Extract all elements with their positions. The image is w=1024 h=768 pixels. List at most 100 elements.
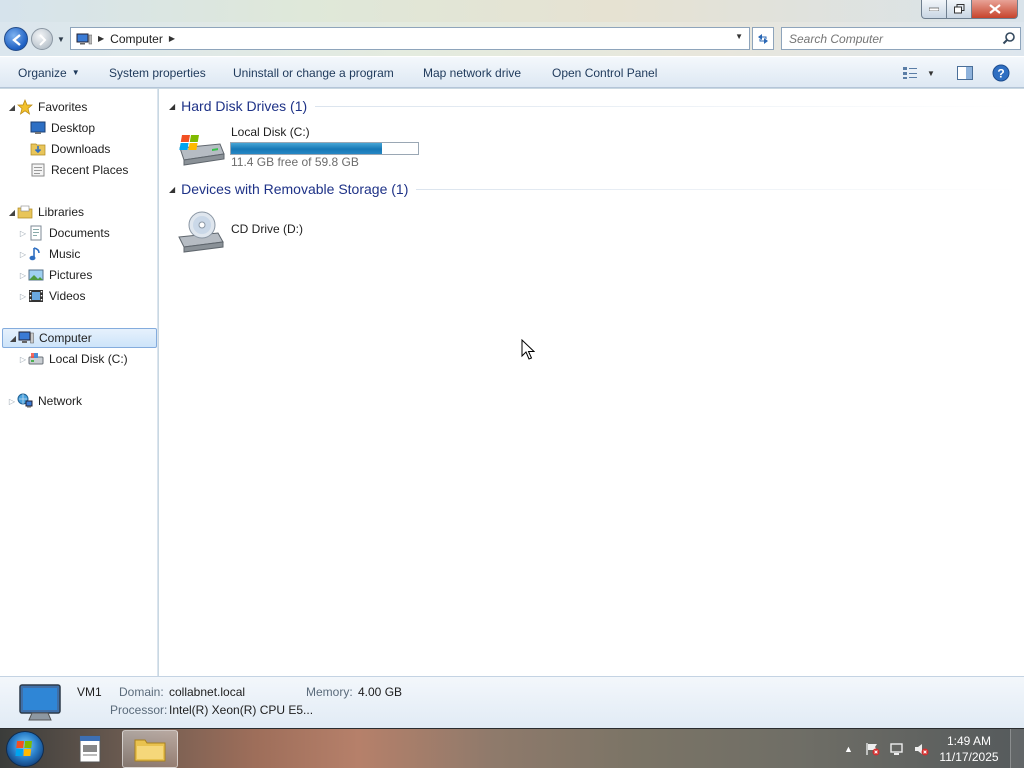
view-dropdown-chevron-icon[interactable]: ▼ — [924, 62, 938, 84]
collapsed-arrow-icon[interactable]: ▷ — [18, 250, 28, 259]
action-center-flag-icon[interactable] — [865, 742, 881, 756]
nav-computer-label: Computer — [39, 331, 92, 345]
network-status-icon[interactable] — [889, 742, 905, 756]
cd-drive-icon — [178, 211, 224, 253]
collapse-arrow-icon[interactable]: ◢ — [169, 185, 175, 194]
hard-drive-icon — [179, 135, 225, 166]
preview-pane-button[interactable] — [954, 62, 976, 84]
breadcrumb-computer[interactable]: Computer — [110, 32, 163, 46]
local-disk-item[interactable]: Local Disk (C:) 11.4 GB free of 59.8 GB — [176, 124, 436, 172]
details-pane: VM1 Domain: collabnet.local Memory: 4.00… — [0, 676, 1024, 728]
nav-favorites[interactable]: ◢ Favorites — [7, 97, 87, 117]
organize-button[interactable]: Organize ▼ — [18, 57, 80, 88]
search-icon[interactable] — [1002, 31, 1016, 45]
search-box — [781, 27, 1021, 50]
cd-drive-item[interactable]: CD Drive (D:) — [176, 207, 376, 257]
breadcrumb-separator[interactable]: ▶ — [169, 34, 175, 43]
nav-recent-places-label: Recent Places — [51, 163, 129, 177]
collapsed-arrow-icon[interactable]: ▷ — [18, 355, 28, 364]
computer-icon — [18, 331, 34, 344]
view-options-icon — [903, 67, 917, 79]
preview-pane-icon — [957, 66, 973, 80]
nav-recent-places[interactable]: Recent Places — [30, 160, 128, 180]
memory-label: Memory: — [306, 685, 353, 699]
volume-muted-icon[interactable] — [913, 742, 929, 756]
domain-value: collabnet.local — [169, 685, 246, 699]
open-control-panel-button[interactable]: Open Control Panel — [552, 57, 657, 88]
mouse-cursor-icon — [521, 339, 535, 360]
nav-libraries-label: Libraries — [38, 205, 85, 219]
map-network-drive-button[interactable]: Map network drive — [423, 57, 521, 88]
nav-computer[interactable]: ◢ Computer — [2, 328, 157, 348]
caption-buttons — [921, 0, 1018, 19]
hard-disk-drives-group-header[interactable]: ◢ Hard Disk Drives (1) — [169, 96, 1019, 116]
processor-label: Processor: — [110, 703, 168, 717]
disk-usage-bar — [230, 142, 419, 155]
address-field[interactable]: ▶ Computer ▶ ▼ — [70, 27, 750, 50]
chevron-down-icon: ▼ — [71, 68, 80, 77]
help-button[interactable]: ? — [990, 62, 1012, 84]
nav-documents-label: Documents — [49, 226, 110, 240]
address-history-dropdown[interactable]: ▼ — [735, 32, 743, 41]
pictures-icon — [28, 269, 44, 281]
recent-pages-dropdown[interactable]: ▼ — [57, 35, 65, 44]
close-icon — [988, 4, 1001, 14]
content-pane: ◢ Hard Disk Drives (1) Local Disk (C:) 1… — [159, 89, 1024, 676]
maximize-button[interactable] — [947, 0, 972, 19]
nav-favorites-label: Favorites — [38, 100, 88, 114]
computer-name: VM1 — [77, 685, 102, 699]
start-button[interactable] — [6, 731, 44, 767]
nav-downloads[interactable]: Downloads — [30, 139, 110, 159]
window-titlebar — [0, 0, 1024, 22]
documents-icon — [30, 225, 42, 241]
uninstall-program-button[interactable]: Uninstall or change a program — [233, 57, 394, 88]
nav-local-disk[interactable]: ▷ Local Disk (C:) — [18, 349, 128, 369]
taskbar-clock[interactable]: 1:49 AM 11/17/2025 — [934, 733, 1004, 765]
organize-label: Organize — [18, 65, 67, 80]
group-divider — [416, 188, 1019, 190]
nav-libraries[interactable]: ◢ Libraries — [7, 202, 84, 222]
forward-arrow-icon — [39, 34, 47, 46]
star-icon — [17, 99, 33, 115]
system-tray: ▲ — [844, 729, 929, 768]
collapsed-arrow-icon[interactable]: ▷ — [18, 292, 28, 301]
computer-icon — [76, 33, 92, 44]
nav-desktop[interactable]: Desktop — [30, 118, 95, 138]
system-properties-button[interactable]: System properties — [109, 57, 206, 88]
local-disk-free-space: 11.4 GB free of 59.8 GB — [231, 155, 359, 169]
downloads-folder-icon — [30, 143, 46, 156]
nav-network-label: Network — [38, 394, 83, 408]
show-desktop-button[interactable] — [1010, 729, 1024, 768]
nav-pictures[interactable]: ▷ Pictures — [18, 265, 92, 285]
nav-local-disk-label: Local Disk (C:) — [49, 352, 128, 366]
minimize-button[interactable] — [921, 0, 947, 19]
collapsed-arrow-icon[interactable]: ▷ — [7, 397, 17, 406]
collapsed-arrow-icon[interactable]: ▷ — [18, 229, 28, 238]
collapse-arrow-icon[interactable]: ◢ — [169, 102, 175, 111]
nav-network[interactable]: ▷ Network — [7, 391, 82, 411]
processor-value: Intel(R) Xeon(R) CPU E5... — [169, 703, 314, 717]
expanded-arrow-icon[interactable]: ◢ — [7, 103, 17, 112]
music-icon — [29, 247, 40, 261]
refresh-button[interactable] — [752, 27, 774, 50]
forward-button[interactable] — [31, 28, 53, 50]
taskbar: ▲ 1:49 AM 11/17/2025 — [0, 728, 1024, 768]
desktop-icon — [30, 121, 46, 134]
breadcrumb-separator[interactable]: ▶ — [98, 34, 104, 43]
taskbar-app-button[interactable] — [62, 730, 118, 768]
expanded-arrow-icon[interactable]: ◢ — [7, 208, 17, 217]
change-view-button[interactable] — [900, 62, 920, 84]
nav-videos[interactable]: ▷ Videos — [18, 286, 86, 306]
collapsed-arrow-icon[interactable]: ▷ — [18, 271, 28, 280]
taskbar-explorer-button[interactable] — [122, 730, 178, 768]
refresh-icon — [758, 33, 768, 44]
back-button[interactable] — [4, 27, 28, 51]
show-hidden-icons-icon[interactable]: ▲ — [844, 744, 853, 754]
nav-music[interactable]: ▷ Music — [18, 244, 80, 264]
hard-drive-icon — [28, 353, 44, 365]
expanded-arrow-icon[interactable]: ◢ — [8, 334, 18, 343]
removable-storage-group-header[interactable]: ◢ Devices with Removable Storage (1) — [169, 179, 1019, 199]
close-button[interactable] — [972, 0, 1018, 19]
nav-documents[interactable]: ▷ Documents — [18, 223, 110, 243]
search-input[interactable] — [782, 28, 992, 49]
